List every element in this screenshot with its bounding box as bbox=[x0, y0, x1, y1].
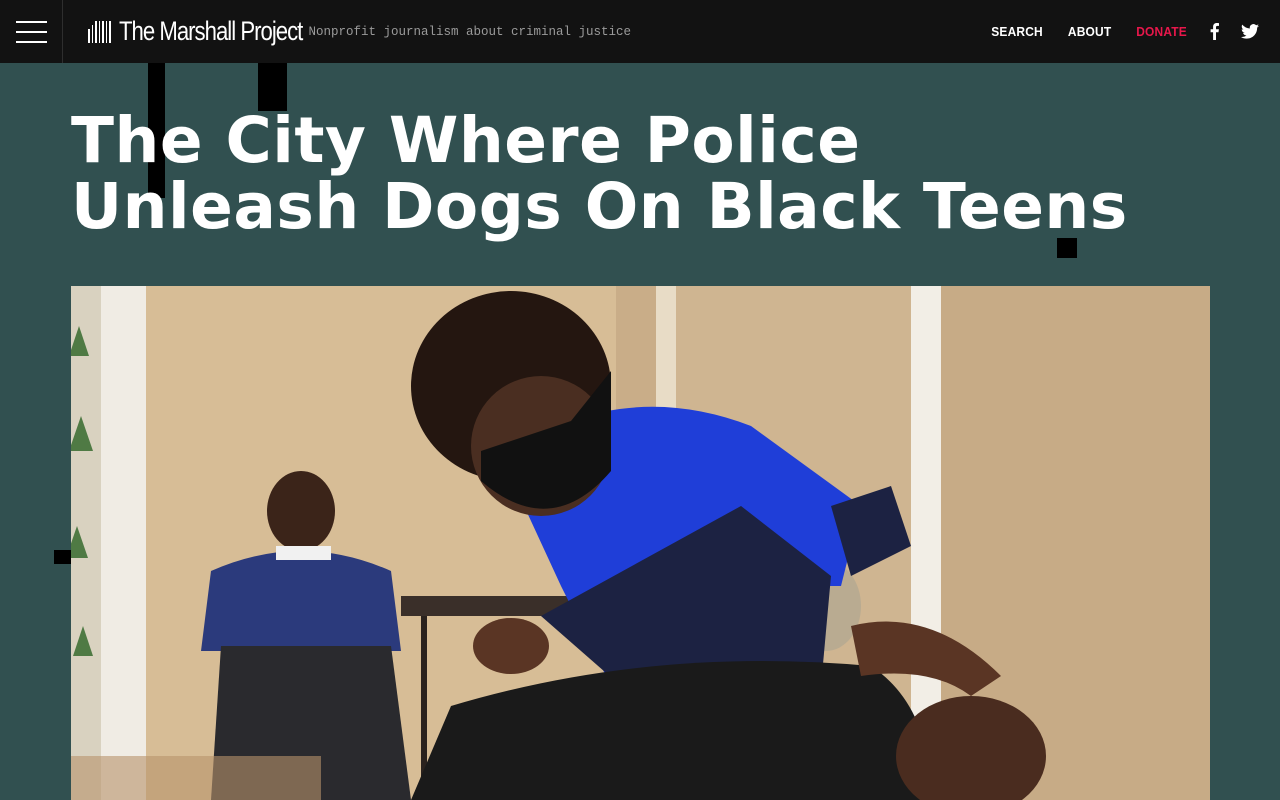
twitter-icon[interactable] bbox=[1241, 24, 1259, 39]
headline-line-1: The City Where Police bbox=[71, 104, 861, 177]
decorative-block bbox=[54, 550, 71, 564]
nav-search-link[interactable]: SEARCH bbox=[991, 24, 1043, 39]
hamburger-icon bbox=[15, 20, 47, 23]
hamburger-icon-bar bbox=[15, 40, 47, 43]
headline-line-2: Unleash Dogs On Black Teens bbox=[71, 170, 1128, 243]
hero-photo bbox=[71, 286, 1210, 800]
hamburger-icon-bar bbox=[15, 30, 47, 33]
bars-logo-icon bbox=[88, 20, 111, 43]
site-header: The Marshall Project Nonprofit journalis… bbox=[0, 0, 1280, 63]
nav-donate-link[interactable]: DONATE bbox=[1136, 24, 1187, 39]
article-headline: The City Where Police Unleash Dogs On Bl… bbox=[71, 108, 1128, 240]
hamburger-menu-button[interactable] bbox=[0, 0, 63, 63]
site-tagline: Nonprofit journalism about criminal just… bbox=[308, 24, 632, 39]
header-nav: SEARCH ABOUT DONATE bbox=[989, 0, 1280, 63]
nav-about-link[interactable]: ABOUT bbox=[1068, 24, 1111, 39]
site-logo-link[interactable]: The Marshall Project bbox=[88, 16, 303, 47]
facebook-icon[interactable] bbox=[1210, 23, 1219, 40]
site-name: The Marshall Project bbox=[118, 16, 303, 46]
